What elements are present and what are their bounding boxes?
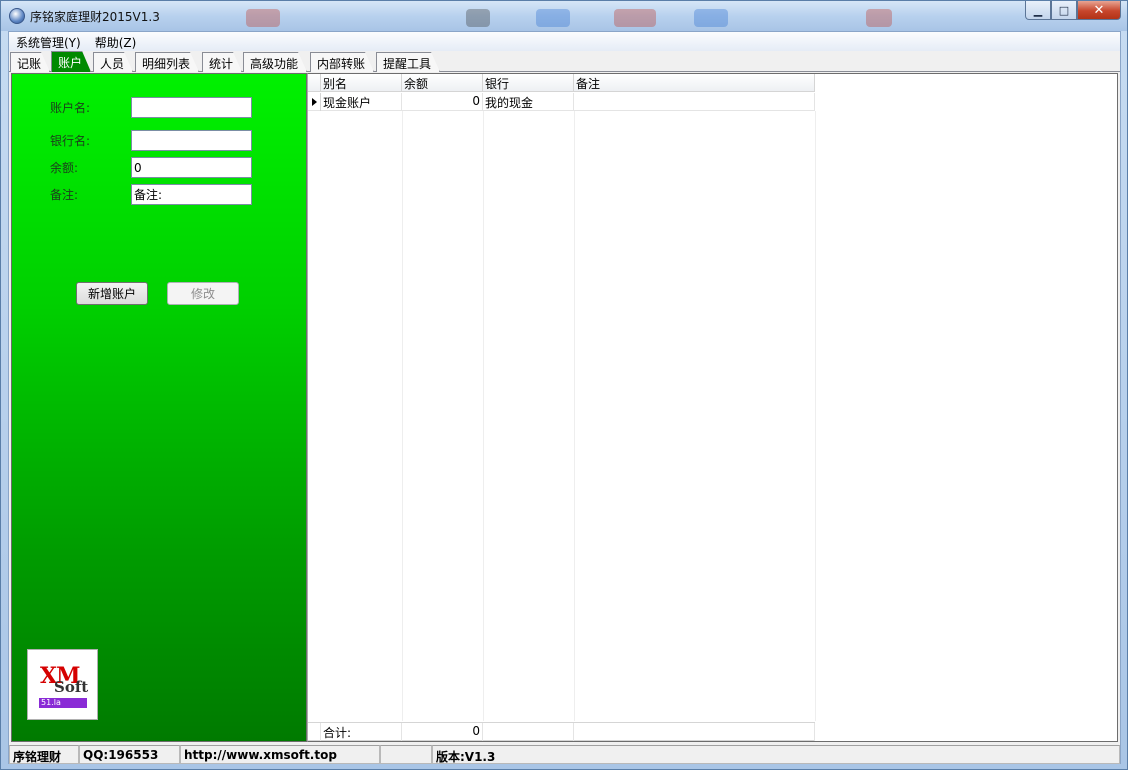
accounts-grid[interactable]: 别名 余额 银行 备注 现金账户 0 我的现金 合计: 0	[307, 73, 1118, 742]
remark-label: 备注:	[50, 188, 79, 202]
close-button[interactable]: ✕	[1077, 1, 1121, 20]
status-qq: QQ:196553	[79, 745, 180, 764]
menu-bar: 系统管理(Y) 帮助(Z)	[9, 32, 1120, 51]
cell-balance[interactable]: 0	[402, 93, 483, 111]
remark-input[interactable]	[131, 184, 252, 205]
status-bar: 序铭理财 QQ:196553 http://www.xmsoft.top 版本:…	[9, 745, 1120, 764]
cell-remark[interactable]	[574, 93, 815, 111]
menu-help[interactable]: 帮助(Z)	[88, 32, 144, 51]
column-divider	[402, 111, 403, 721]
tab-bookkeeping[interactable]: 记账	[10, 52, 50, 72]
account-name-label: 账户名:	[50, 101, 91, 115]
menu-system[interactable]: 系统管理(Y)	[9, 32, 88, 51]
column-header-remark[interactable]: 备注	[574, 74, 815, 92]
tab-reminder[interactable]: 提醒工具	[376, 52, 440, 72]
title-decoration	[466, 9, 490, 27]
title-decoration	[536, 9, 570, 27]
edit-button[interactable]: 修改	[167, 282, 239, 305]
account-form-panel: 账户名: 银行名: 余额: 备注: 新增账户 修改 XM Soft 51.la	[11, 73, 307, 742]
add-account-button[interactable]: 新增账户	[76, 282, 148, 305]
tab-detail-list[interactable]: 明细列表	[135, 52, 199, 72]
column-header-balance[interactable]: 余额	[402, 74, 483, 92]
window-controls: ▁ □ ✕	[1025, 1, 1121, 21]
tab-members[interactable]: 人员	[93, 52, 133, 72]
cell-bank[interactable]: 我的现金	[483, 93, 574, 111]
grid-summary-row: 合计: 0	[308, 722, 815, 741]
tab-advanced[interactable]: 高级功能	[243, 52, 307, 72]
column-header-bank[interactable]: 银行	[483, 74, 574, 92]
column-divider	[815, 111, 816, 721]
summary-label: 合计:	[321, 723, 402, 741]
window-title: 序铭家庭理财2015V1.3	[30, 10, 160, 24]
minimize-button[interactable]: ▁	[1025, 1, 1051, 20]
grid-header: 别名 余额 银行 备注	[308, 74, 815, 92]
tab-accounts[interactable]: 账户	[51, 51, 91, 72]
title-decoration	[246, 9, 280, 27]
client-area: 系统管理(Y) 帮助(Z) 记账 账户 人员 明细列表 统计 高级功能 内部转账…	[8, 31, 1121, 764]
stat-badge: 51.la	[39, 698, 87, 708]
app-icon[interactable]	[9, 8, 25, 24]
status-url[interactable]: http://www.xmsoft.top	[180, 745, 380, 764]
title-decoration	[866, 9, 892, 27]
account-name-input[interactable]	[131, 97, 252, 118]
status-version: 版本:V1.3	[432, 745, 1120, 764]
bank-name-label: 银行名:	[50, 134, 91, 148]
column-header-alias[interactable]: 别名	[321, 74, 402, 92]
tab-strip: 记账 账户 人员 明细列表 统计 高级功能 内部转账 提醒工具	[9, 51, 1120, 72]
xmsoft-logo[interactable]: XM Soft 51.la	[27, 649, 98, 720]
column-divider	[483, 111, 484, 721]
current-row-arrow-icon	[312, 98, 317, 106]
summary-bank	[483, 723, 574, 741]
maximize-button[interactable]: □	[1051, 1, 1077, 20]
bank-name-input[interactable]	[131, 130, 252, 151]
table-row[interactable]: 现金账户 0 我的现金	[308, 93, 815, 111]
column-divider	[574, 111, 575, 721]
summary-total: 0	[402, 723, 483, 741]
balance-input[interactable]	[131, 157, 252, 178]
cell-alias[interactable]: 现金账户	[321, 93, 402, 111]
status-empty	[380, 745, 432, 764]
tab-internal-transfer[interactable]: 内部转账	[310, 52, 374, 72]
title-decoration	[694, 9, 728, 27]
tab-statistics[interactable]: 统计	[202, 52, 242, 72]
row-header-corner	[308, 74, 321, 92]
status-app-name: 序铭理财	[9, 745, 79, 764]
summary-remark	[574, 723, 815, 741]
title-bar[interactable]: 序铭家庭理财2015V1.3 ▁ □ ✕	[1, 1, 1127, 31]
balance-label: 余额:	[50, 161, 79, 175]
row-selector[interactable]	[308, 93, 321, 111]
title-decoration	[614, 9, 656, 27]
summary-row-header	[308, 723, 321, 741]
logo-sub-text: Soft	[54, 678, 89, 696]
app-window: 序铭家庭理财2015V1.3 ▁ □ ✕ 系统管理(Y) 帮助(Z) 记账 账户…	[0, 0, 1128, 770]
